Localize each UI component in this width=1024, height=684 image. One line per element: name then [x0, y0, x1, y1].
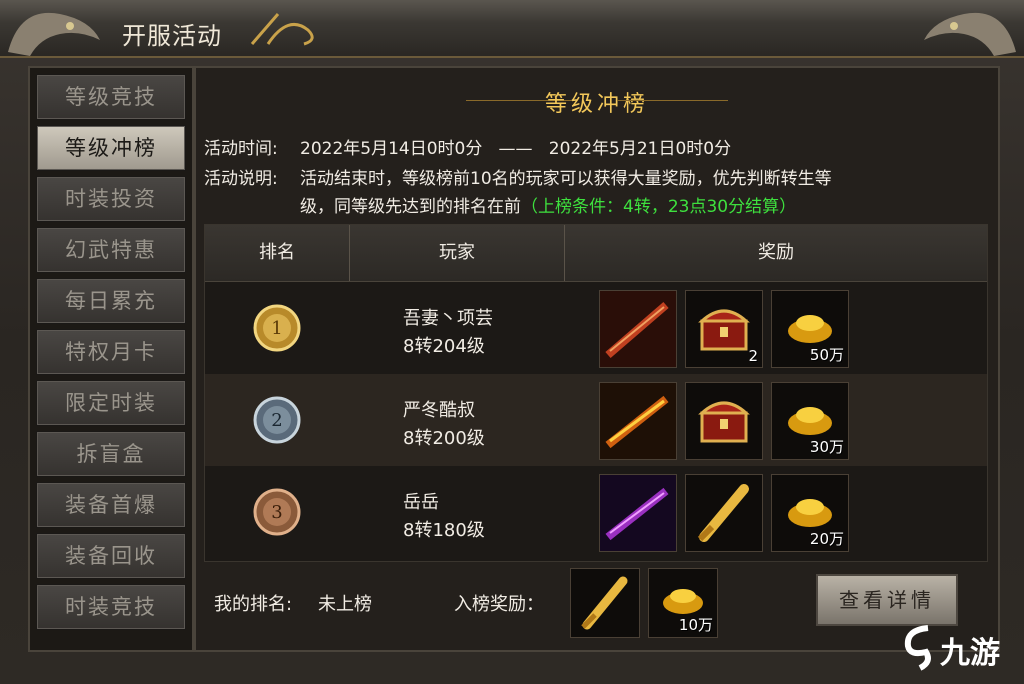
sword-item-icon — [600, 291, 676, 367]
flame-sword-icon — [600, 383, 676, 459]
reward-slot[interactable]: 50万 — [771, 290, 849, 368]
activity-desc-line2: 级，同等级先达到的排名在前（上榜条件：4转，23点30分结算） — [300, 192, 796, 217]
title-bar: 开服活动 — [0, 0, 1024, 58]
my-rank-value: 未上榜 — [318, 594, 372, 615]
my-rank-label: 我的排名: — [214, 594, 293, 615]
player-name: 严冬酷叔 — [403, 400, 475, 421]
rank-number: 2 — [271, 410, 282, 431]
entry-reward-slot[interactable] — [570, 568, 640, 638]
sidebar-item-equipment-drop[interactable]: 装备首爆 — [36, 482, 186, 528]
reward-slot[interactable] — [685, 474, 763, 552]
reward-qty: 30万 — [809, 438, 844, 456]
bronze-medal-icon: 3 — [253, 488, 301, 536]
reward-slot[interactable] — [685, 382, 763, 460]
header-player: 玩家 — [439, 242, 475, 263]
player-level: 8转180级 — [403, 520, 485, 541]
player-name: 吾妻丶项芸 — [403, 308, 493, 329]
table-row: 1 吾妻丶项芸 8转204级 2 50万 — [205, 282, 987, 374]
panel-heading: 等级冲榜 — [544, 92, 649, 117]
site-watermark: 九游 — [898, 618, 1022, 678]
window-title: 开服活动 — [122, 22, 222, 50]
gold-medal-icon: 1 — [253, 304, 301, 352]
game-window: 开服活动 等级竞技 等级冲榜 时装投资 幻武特惠 每日累充 特权月卡 限定时装 … — [0, 0, 1024, 684]
activity-sidebar: 等级竞技 等级冲榜 时装投资 幻武特惠 每日累充 特权月卡 限定时装 拆盲盒 装… — [28, 66, 194, 652]
entry-reward-slot[interactable]: 10万 — [648, 568, 718, 638]
header-rank: 排名 — [259, 242, 295, 263]
title-swirl-icon — [248, 10, 328, 50]
rank-number: 3 — [271, 502, 282, 523]
watermark-text: 九游 — [940, 636, 1000, 671]
table-header: 排名 玩家 奖励 — [205, 225, 987, 282]
player-name: 岳岳 — [403, 492, 439, 513]
activity-time-value: 2022年5月14日0时0分 —— 2022年5月21日0时0分 — [300, 139, 732, 159]
sidebar-item-costume-competition[interactable]: 时装竞技 — [36, 584, 186, 630]
reward-qty: 20万 — [809, 530, 844, 548]
entry-reward-label: 入榜奖励： — [454, 594, 544, 615]
sidebar-item-limited-costume[interactable]: 限定时装 — [36, 380, 186, 426]
sidebar-item-level-ranking[interactable]: 等级冲榜 — [36, 125, 186, 171]
reward-qty: 50万 — [809, 346, 844, 364]
reward-slot[interactable] — [599, 382, 677, 460]
sidebar-item-privilege-card[interactable]: 特权月卡 — [36, 329, 186, 375]
silver-medal-icon: 2 — [253, 396, 301, 444]
activity-desc-label: 活动说明: — [204, 169, 278, 189]
header-reward: 奖励 — [758, 242, 794, 263]
reward-qty: 10万 — [678, 616, 713, 634]
reward-slot[interactable] — [599, 290, 677, 368]
rank-number: 1 — [271, 318, 282, 339]
reward-slot[interactable]: 2 — [685, 290, 763, 368]
reward-slot[interactable] — [599, 474, 677, 552]
purple-sword-icon — [600, 475, 676, 551]
sidebar-item-costume-investment[interactable]: 时装投资 — [36, 176, 186, 222]
reward-slot[interactable]: 30万 — [771, 382, 849, 460]
activity-desc-text: 级，同等级先达到的排名在前 — [300, 197, 521, 217]
table-row: 2 严冬酷叔 8转200级 30万 — [205, 374, 987, 466]
sidebar-item-equipment-recycle[interactable]: 装备回收 — [36, 533, 186, 579]
activity-desc-line1: 活动结束时，等级榜前10名的玩家可以获得大量奖励，优先判断转生等 — [300, 169, 832, 189]
sidebar-item-level-competition[interactable]: 等级竞技 — [36, 74, 186, 120]
ranking-condition: （上榜条件：4转，23点30分结算） — [521, 197, 797, 217]
reward-qty: 2 — [748, 347, 758, 365]
main-panel: 等级冲榜 活动时间: 2022年5月14日0时0分 —— 2022年5月21日0… — [194, 66, 1000, 652]
activity-time-label: 活动时间: — [204, 139, 278, 159]
scroll-icon — [581, 576, 628, 630]
dragon-ornament-right-icon — [914, 0, 1024, 62]
scroll-icon — [697, 484, 749, 542]
dragon-ornament-left-icon — [0, 0, 110, 62]
watermark-logo-icon — [904, 625, 931, 671]
heading-divider-right — [618, 100, 728, 101]
sidebar-item-daily-recharge[interactable]: 每日累充 — [36, 278, 186, 324]
player-level: 8转204级 — [403, 336, 485, 357]
player-level: 8转200级 — [403, 428, 485, 449]
ranking-table: 排名 玩家 奖励 1 吾妻丶项芸 8转204级 2 50万 2 严冬酷叔 8转2… — [204, 224, 988, 562]
sidebar-item-blind-box[interactable]: 拆盲盒 — [36, 431, 186, 477]
sidebar-item-weapon-deal[interactable]: 幻武特惠 — [36, 227, 186, 273]
reward-slot[interactable]: 20万 — [771, 474, 849, 552]
treasure-chest-icon — [698, 401, 750, 443]
table-row: 3 岳岳 8转180级 20万 — [205, 466, 987, 558]
